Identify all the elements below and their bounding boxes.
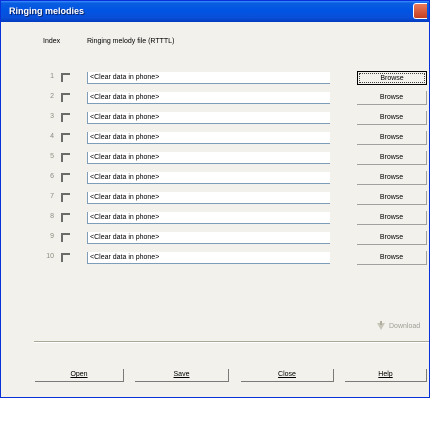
melody-file-field[interactable]: <Clear data in phone> — [87, 192, 330, 204]
close-button-label: Close — [278, 371, 296, 378]
row-index: 3 — [50, 113, 54, 120]
browse-button[interactable]: Browse — [357, 111, 427, 125]
window-title: Ringing melodies — [9, 6, 85, 16]
melody-file-field[interactable]: <Clear data in phone> — [87, 132, 330, 144]
open-button[interactable]: Open — [35, 369, 124, 382]
row-index: 5 — [50, 153, 54, 160]
browse-button[interactable]: Browse — [357, 211, 427, 225]
browse-button[interactable]: Browse — [357, 131, 427, 145]
separator-line — [34, 341, 429, 343]
row-index: 8 — [50, 213, 54, 220]
row-index: 2 — [50, 93, 54, 100]
close-button[interactable]: Close — [241, 369, 334, 382]
index-column-header: Index — [43, 38, 61, 45]
row-checkbox[interactable] — [61, 193, 70, 202]
melody-file-field[interactable]: <Clear data in phone> — [87, 112, 330, 124]
file-column-header: Ringing melody file (RTTTL) — [87, 38, 175, 45]
help-button[interactable]: Help — [345, 369, 427, 382]
melody-file-field[interactable]: <Clear data in phone> — [87, 212, 330, 224]
save-button[interactable]: Save — [135, 369, 229, 382]
download-icon — [377, 321, 385, 330]
browse-button[interactable]: Browse — [357, 71, 427, 85]
row-checkbox[interactable] — [61, 173, 70, 182]
title-bar[interactable]: Ringing melodies — [1, 1, 429, 22]
melody-file-field[interactable]: <Clear data in phone> — [87, 152, 330, 164]
row-checkbox[interactable] — [61, 73, 70, 82]
row-checkbox[interactable] — [61, 133, 70, 142]
row-checkbox[interactable] — [61, 253, 70, 262]
ringing-melodies-window: Ringing melodies Index Ringing melody fi… — [0, 0, 430, 398]
open-button-label: Open — [70, 371, 88, 378]
melody-file-field[interactable]: <Clear data in phone> — [87, 172, 330, 184]
melody-file-field[interactable]: <Clear data in phone> — [87, 252, 330, 264]
row-index: 4 — [50, 133, 54, 140]
row-index: 6 — [50, 173, 54, 180]
row-checkbox[interactable] — [61, 153, 70, 162]
melody-file-field[interactable]: <Clear data in phone> — [87, 72, 330, 84]
help-button-label: Help — [378, 371, 393, 378]
row-index: 9 — [50, 233, 54, 240]
row-checkbox[interactable] — [61, 93, 70, 102]
save-button-label: Save — [173, 371, 190, 378]
browse-button[interactable]: Browse — [357, 251, 427, 265]
browse-button[interactable]: Browse — [357, 191, 427, 205]
row-checkbox[interactable] — [61, 233, 70, 242]
row-index: 1 — [50, 73, 54, 80]
bottom-edge — [1, 397, 430, 398]
browse-button[interactable]: Browse — [357, 91, 427, 105]
row-checkbox[interactable] — [61, 213, 70, 222]
browse-button[interactable]: Browse — [357, 231, 427, 245]
download-button[interactable]: Download — [389, 323, 420, 330]
row-index: 7 — [50, 193, 54, 200]
melody-file-field[interactable]: <Clear data in phone> — [87, 92, 330, 104]
row-index: 10 — [46, 253, 54, 260]
row-checkbox[interactable] — [61, 113, 70, 122]
melody-file-field[interactable]: <Clear data in phone> — [87, 232, 330, 244]
browse-button[interactable]: Browse — [357, 171, 427, 185]
close-window-button[interactable] — [413, 3, 427, 19]
browse-button[interactable]: Browse — [357, 151, 427, 165]
